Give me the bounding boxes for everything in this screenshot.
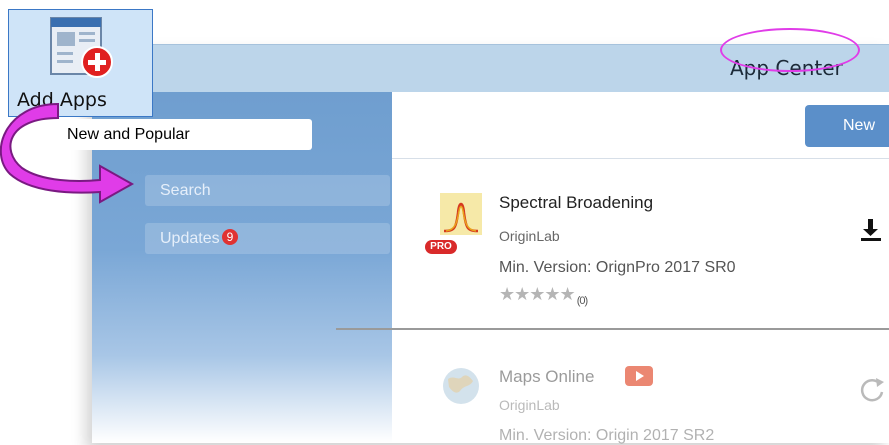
app-min-version: Min. Version: Origin 2017 SR2 bbox=[499, 427, 715, 444]
app-vendor: OriginLab bbox=[499, 228, 560, 244]
pro-badge: PRO bbox=[425, 240, 457, 254]
add-apps-icon bbox=[50, 17, 113, 78]
updates-count-badge: 9 bbox=[221, 229, 239, 245]
curved-arrow-icon bbox=[0, 102, 135, 204]
list-divider bbox=[336, 328, 889, 330]
spectral-broadening-icon bbox=[440, 193, 482, 235]
download-icon[interactable] bbox=[858, 217, 884, 243]
title-highlight-ring bbox=[720, 28, 860, 72]
sidebar-item-updates[interactable]: Updates 9 bbox=[145, 223, 390, 254]
globe-icon bbox=[443, 368, 479, 404]
rating-stars: ★★★★★ (0) bbox=[499, 284, 588, 307]
sidebar-item-search[interactable]: Search bbox=[145, 175, 390, 206]
app-vendor: OriginLab bbox=[499, 397, 560, 413]
refresh-icon[interactable] bbox=[858, 375, 886, 405]
divider bbox=[392, 158, 889, 159]
app-name[interactable]: Spectral Broadening bbox=[499, 193, 653, 213]
sidebar-item-label: Search bbox=[160, 182, 211, 199]
app-name[interactable]: Maps Online bbox=[499, 367, 594, 387]
play-icon bbox=[636, 371, 644, 381]
sidebar-item-label: Updates bbox=[160, 230, 220, 247]
app-min-version: Min. Version: OrignPro 2017 SR0 bbox=[499, 259, 736, 276]
new-button[interactable]: New bbox=[805, 105, 889, 147]
rating-count: (0) bbox=[576, 295, 588, 307]
list-item[interactable]: Spectral Broadening OriginLab Min. Versi… bbox=[392, 175, 889, 325]
video-icon[interactable] bbox=[625, 366, 653, 386]
